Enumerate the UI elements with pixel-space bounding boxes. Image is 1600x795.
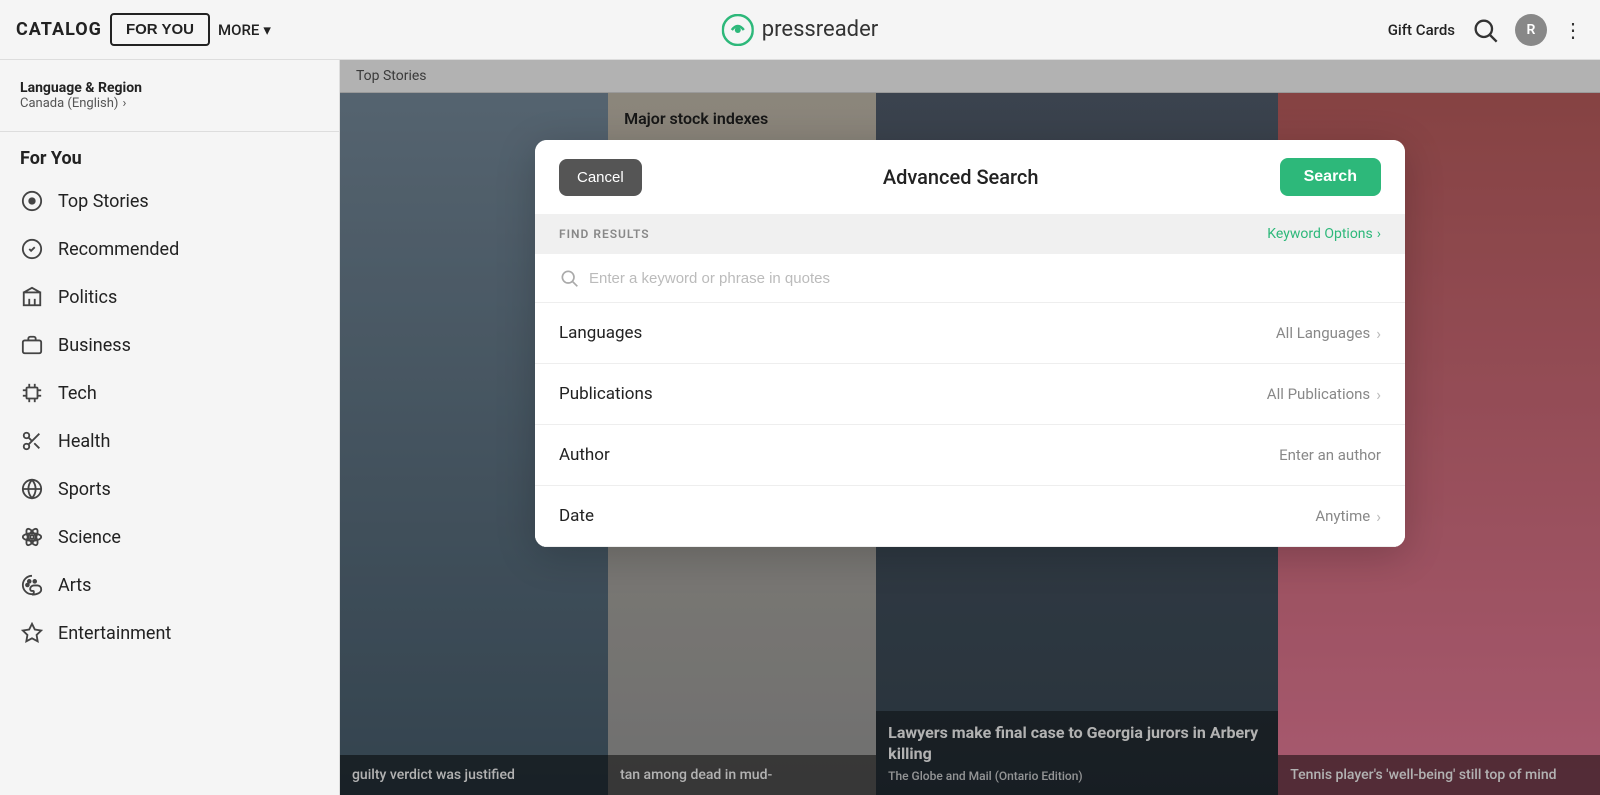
more-nav[interactable]: MORE ▾: [218, 21, 271, 39]
sidebar-item-tech[interactable]: Tech: [0, 369, 339, 417]
language-region-title: Language & Region: [20, 80, 319, 96]
circle-dot-icon: [20, 189, 44, 213]
briefcase-icon: [20, 333, 44, 357]
sidebar: Language & Region Canada (English) › For…: [0, 60, 340, 795]
advanced-search-modal: Cancel Advanced Search Search FIND RESUL…: [535, 140, 1405, 547]
gift-cards-link[interactable]: Gift Cards: [1388, 21, 1455, 39]
keyword-options-link[interactable]: Keyword Options ›: [1267, 226, 1381, 242]
top-nav: CATALOG FOR YOU MORE ▾ pressreader Gift …: [0, 0, 1600, 60]
sidebar-item-label: Politics: [58, 287, 117, 308]
main-layout: Language & Region Canada (English) › For…: [0, 60, 1600, 795]
filter-author-label: Author: [559, 445, 610, 465]
sidebar-item-label: Science: [58, 527, 121, 548]
palette-icon: [20, 573, 44, 597]
chevron-right-icon: ›: [1376, 507, 1381, 526]
filter-languages-label: Languages: [559, 323, 642, 343]
content-area: Top Stories guilty verdict was justified…: [340, 60, 1600, 795]
sidebar-item-top-stories[interactable]: Top Stories: [0, 177, 339, 225]
filter-publications-label: Publications: [559, 384, 653, 404]
check-circle-icon: [20, 237, 44, 261]
sidebar-item-label: Recommended: [58, 239, 179, 260]
building-icon: [20, 285, 44, 309]
modal-overlay: Cancel Advanced Search Search FIND RESUL…: [340, 60, 1600, 795]
modal-header: Cancel Advanced Search Search: [535, 140, 1405, 214]
catalog-nav[interactable]: CATALOG: [16, 19, 102, 40]
language-region-section: Language & Region Canada (English) ›: [0, 80, 339, 132]
sidebar-item-label: Arts: [58, 575, 91, 596]
search-input-icon: [559, 268, 579, 288]
star-icon: [20, 621, 44, 645]
sidebar-item-health[interactable]: Health: [0, 417, 339, 465]
cancel-button[interactable]: Cancel: [559, 159, 642, 196]
search-input[interactable]: [589, 270, 1381, 287]
modal-title: Advanced Search: [883, 165, 1039, 189]
filter-date[interactable]: Date Anytime ›: [535, 486, 1405, 547]
sidebar-item-label: Top Stories: [58, 191, 149, 212]
logo: pressreader: [722, 14, 878, 46]
cpu-icon: [20, 381, 44, 405]
logo-text: pressreader: [762, 17, 878, 42]
avatar[interactable]: R: [1515, 14, 1547, 46]
sidebar-item-label: Entertainment: [58, 623, 171, 644]
filter-date-label: Date: [559, 506, 594, 526]
sidebar-item-business[interactable]: Business: [0, 321, 339, 369]
sidebar-item-label: Health: [58, 431, 110, 452]
filter-languages[interactable]: Languages All Languages ›: [535, 303, 1405, 364]
search-button[interactable]: Search: [1280, 158, 1381, 196]
chevron-right-icon: ›: [1376, 324, 1381, 343]
find-results-label: FIND RESULTS: [559, 227, 650, 241]
for-you-section-title: For You: [0, 132, 339, 177]
sidebar-item-label: Tech: [58, 383, 97, 404]
sidebar-item-label: Sports: [58, 479, 111, 500]
filter-author[interactable]: Author Enter an author: [535, 425, 1405, 486]
sidebar-item-science[interactable]: Science: [0, 513, 339, 561]
more-options-icon[interactable]: ⋮: [1563, 18, 1584, 42]
sidebar-item-recommended[interactable]: Recommended: [0, 225, 339, 273]
for-you-nav[interactable]: FOR YOU: [110, 13, 210, 46]
globe-icon: [20, 477, 44, 501]
chevron-right-icon: ›: [1376, 385, 1381, 404]
search-icon[interactable]: [1471, 16, 1499, 44]
sidebar-item-sports[interactable]: Sports: [0, 465, 339, 513]
sidebar-item-entertainment[interactable]: Entertainment: [0, 609, 339, 657]
search-input-row: [535, 254, 1405, 303]
modal-body: FIND RESULTS Keyword Options ›: [535, 214, 1405, 547]
atom-icon: [20, 525, 44, 549]
filter-publications-value: All Publications ›: [1267, 385, 1381, 404]
filter-author-value: Enter an author: [1279, 446, 1381, 464]
filter-publications[interactable]: Publications All Publications ›: [535, 364, 1405, 425]
scissors-icon: [20, 429, 44, 453]
filter-languages-value: All Languages ›: [1276, 324, 1381, 343]
find-results-row: FIND RESULTS Keyword Options ›: [535, 214, 1405, 254]
sidebar-item-politics[interactable]: Politics: [0, 273, 339, 321]
filter-date-value: Anytime ›: [1315, 507, 1381, 526]
language-region-value[interactable]: Canada (English) ›: [20, 96, 319, 111]
pressreader-logo-icon: [722, 14, 754, 46]
nav-right: Gift Cards R ⋮: [1388, 14, 1584, 46]
sidebar-item-arts[interactable]: Arts: [0, 561, 339, 609]
sidebar-item-label: Business: [58, 335, 131, 356]
